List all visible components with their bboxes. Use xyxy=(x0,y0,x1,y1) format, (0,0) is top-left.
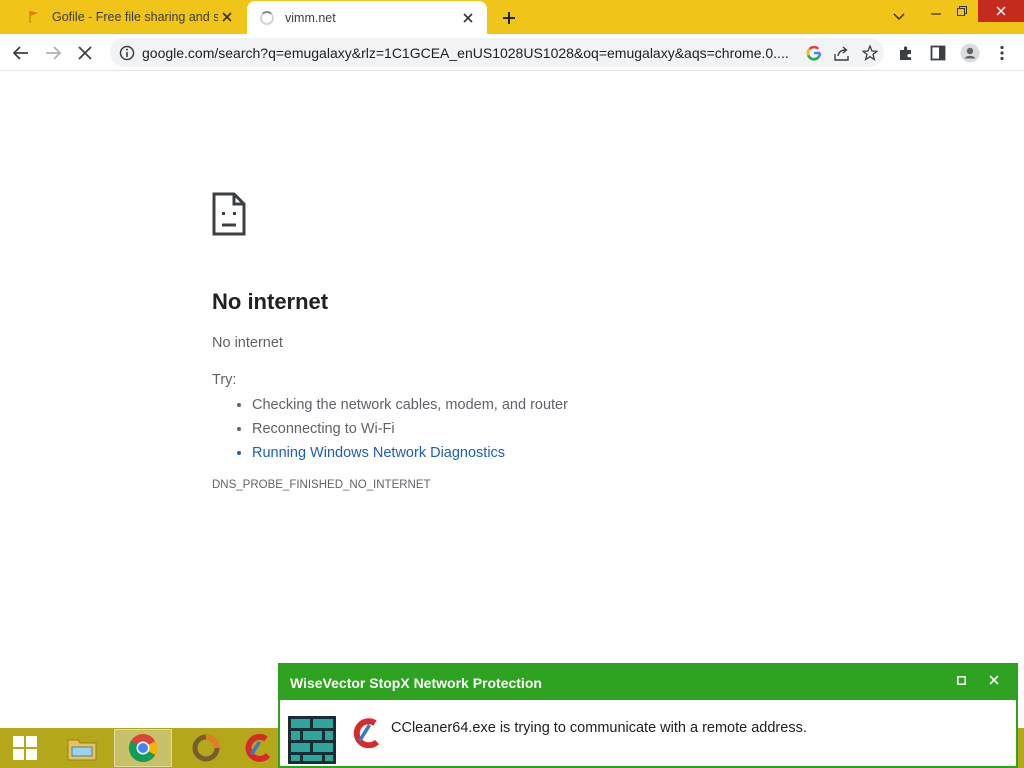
side-panel-button[interactable] xyxy=(925,40,951,66)
maximize-icon xyxy=(956,675,966,685)
notification-header: WiseVector StopX Network Protection xyxy=(280,665,1016,700)
suggestion-item: Checking the network cables, modem, and … xyxy=(252,393,772,417)
close-icon xyxy=(989,675,999,685)
bookmark-star-icon[interactable] xyxy=(856,40,884,66)
plus-icon xyxy=(503,12,515,24)
back-button[interactable] xyxy=(8,40,34,66)
avatar-icon xyxy=(960,43,980,63)
close-notification-button[interactable] xyxy=(984,670,1004,690)
forward-button[interactable] xyxy=(40,40,66,66)
screen: Gofile - Free file sharing and storage v… xyxy=(0,0,1024,768)
avast-cleanup-icon xyxy=(192,734,220,762)
notification-message: CCleaner64.exe is trying to communicate … xyxy=(391,720,807,736)
network-diagnostics-link[interactable]: Running Windows Network Diagnostics xyxy=(252,441,772,465)
forward-arrow-icon xyxy=(46,46,61,60)
close-window-button[interactable] xyxy=(978,0,1024,22)
chrome-icon xyxy=(129,734,157,762)
more-vertical-icon xyxy=(1000,45,1004,61)
close-icon xyxy=(996,6,1006,16)
tab-strip: Gofile - Free file sharing and storage v… xyxy=(0,0,1024,34)
close-tab-icon[interactable] xyxy=(218,8,236,26)
puzzle-piece-icon xyxy=(900,46,911,60)
sad-document-icon xyxy=(212,192,246,236)
tab-vimm[interactable]: vimm.net xyxy=(247,1,487,34)
tab-gofile[interactable]: Gofile - Free file sharing and storage xyxy=(14,0,246,34)
restore-button[interactable] xyxy=(950,0,974,22)
error-title: No internet xyxy=(212,289,329,314)
site-info-icon[interactable] xyxy=(119,45,135,61)
suggestion-list: Checking the network cables, modem, and … xyxy=(252,393,772,465)
stop-loading-button[interactable] xyxy=(72,40,98,66)
file-explorer-icon xyxy=(67,739,97,761)
back-arrow-icon xyxy=(13,46,28,60)
stop-icon xyxy=(78,46,92,60)
try-label: Try: xyxy=(212,372,237,388)
start-button[interactable] xyxy=(0,729,50,767)
suggestion-item: Reconnecting to Wi-Fi xyxy=(252,417,772,441)
tab-title: Gofile - Free file sharing and storage xyxy=(52,10,218,24)
error-subtitle: No internet xyxy=(212,335,283,351)
gofile-favicon-icon xyxy=(26,9,42,25)
windows-logo-icon xyxy=(13,736,37,760)
chrome-taskbar-button[interactable] xyxy=(114,729,172,767)
network-protection-notification: WiseVector StopX Network Protection CCle… xyxy=(278,663,1018,768)
notification-body: CCleaner64.exe is trying to communicate … xyxy=(280,700,1016,766)
close-tab-icon[interactable] xyxy=(459,9,477,27)
extensions-button[interactable] xyxy=(893,40,919,66)
tab-search-button[interactable] xyxy=(886,6,912,28)
side-panel-icon xyxy=(930,45,946,61)
profile-button[interactable] xyxy=(957,40,983,66)
notification-title: WiseVector StopX Network Protection xyxy=(290,674,542,691)
maximize-notification-button[interactable] xyxy=(952,671,970,689)
new-tab-button[interactable] xyxy=(498,7,520,29)
ccleaner-icon xyxy=(245,733,271,762)
address-bar[interactable]: google.com/search?q=emugalaxy&rlz=1C1GCE… xyxy=(110,38,884,67)
tab-title: vimm.net xyxy=(285,10,336,25)
chevron-down-icon xyxy=(893,13,905,21)
ccleaner-taskbar-button[interactable] xyxy=(240,729,278,767)
chrome-menu-button[interactable] xyxy=(989,40,1015,66)
minimize-button[interactable] xyxy=(924,0,948,22)
file-explorer-taskbar-button[interactable] xyxy=(54,729,110,767)
url-text[interactable]: google.com/search?q=emugalaxy&rlz=1C1GCE… xyxy=(142,45,800,61)
ccleaner-icon xyxy=(353,718,380,748)
browser-toolbar: google.com/search?q=emugalaxy&rlz=1C1GCE… xyxy=(0,34,1024,71)
error-code: DNS_PROBE_FINISHED_NO_INTERNET xyxy=(212,479,431,491)
error-page: No internet No internet Try: Checking th… xyxy=(212,192,772,491)
google-lens-icon[interactable] xyxy=(800,40,828,66)
restore-icon xyxy=(957,6,967,16)
avast-cleanup-taskbar-button[interactable] xyxy=(178,729,234,767)
loading-spinner-icon xyxy=(259,10,275,26)
minimize-icon xyxy=(931,13,941,15)
share-icon[interactable] xyxy=(828,40,856,66)
firewall-brick-icon xyxy=(288,716,336,764)
